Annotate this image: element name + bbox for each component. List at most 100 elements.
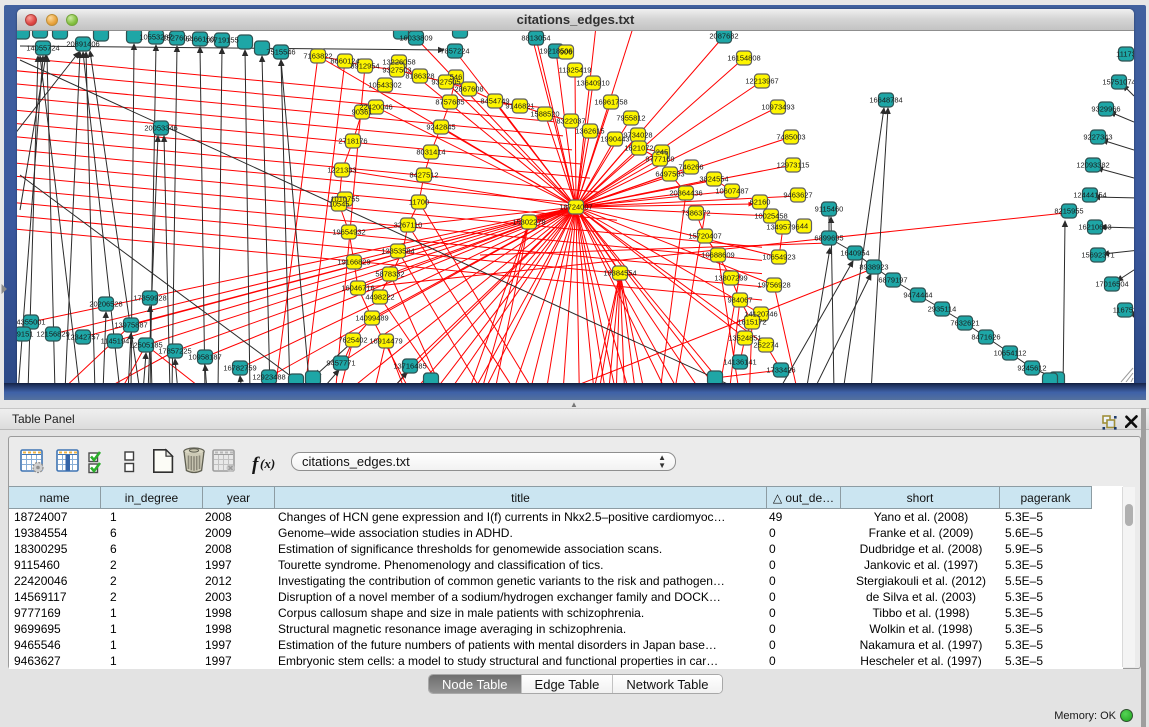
svg-text:20053346: 20053346 — [144, 124, 177, 133]
svg-text:7163822: 7163822 — [303, 52, 332, 61]
svg-text:20206528: 20206528 — [89, 300, 122, 309]
svg-text:7386372: 7386372 — [681, 209, 710, 218]
svg-text:9463627: 9463627 — [783, 191, 812, 200]
svg-text:13716485: 13716485 — [393, 362, 426, 371]
svg-text:1640954: 1640954 — [840, 249, 869, 258]
svg-text:4498222: 4498222 — [365, 293, 394, 302]
svg-text:8031414: 8031414 — [416, 148, 445, 157]
svg-text:10654923: 10654923 — [762, 253, 795, 262]
svg-text:8186328: 8186328 — [405, 72, 434, 81]
svg-text:19384554: 19384554 — [603, 269, 636, 278]
svg-text:20364436: 20364436 — [669, 189, 702, 198]
svg-text:15302279: 15302279 — [512, 218, 545, 227]
svg-text:f: f — [252, 454, 260, 475]
svg-text:9734028: 9734028 — [623, 131, 652, 140]
svg-text:12213967: 12213967 — [745, 77, 778, 86]
svg-text:39151: 39151 — [17, 330, 33, 339]
svg-text:9115460: 9115460 — [815, 205, 844, 214]
svg-text:1145194: 1145194 — [101, 337, 130, 346]
svg-text:8813054: 8813054 — [521, 34, 550, 43]
svg-text:18724007: 18724007 — [559, 203, 592, 212]
svg-text:90361: 90361 — [352, 108, 373, 117]
svg-text:984067: 984067 — [727, 296, 752, 305]
svg-text:2867608: 2867608 — [454, 85, 483, 94]
svg-text:12973115: 12973115 — [777, 161, 810, 170]
svg-text:6497503: 6497503 — [655, 170, 684, 179]
svg-text:16033809: 16033809 — [399, 34, 432, 43]
svg-text:13975887: 13975887 — [114, 321, 147, 330]
svg-text:10607487: 10607487 — [715, 187, 748, 196]
svg-text:8322037: 8322037 — [556, 117, 585, 126]
svg-text:10719155: 10719155 — [205, 36, 238, 45]
svg-text:16648784: 16648784 — [869, 96, 902, 105]
svg-text:10543302: 10543302 — [368, 81, 401, 90]
svg-text:7515546: 7515546 — [266, 48, 295, 57]
svg-text:15720407: 15720407 — [688, 232, 721, 241]
svg-text:8471626: 8471626 — [971, 333, 1000, 342]
svg-text:10688609: 10688609 — [701, 251, 734, 260]
svg-text:3824554: 3824554 — [699, 175, 728, 184]
svg-text:14055724: 14055724 — [26, 44, 59, 53]
svg-text:17359928: 17359928 — [133, 294, 166, 303]
svg-text:9245612: 9245612 — [1017, 364, 1046, 373]
svg-text:1733426: 1733426 — [766, 366, 795, 375]
svg-text:2935114: 2935114 — [928, 305, 957, 314]
svg-text:1588520: 1588520 — [530, 110, 559, 119]
svg-text:16210643: 16210643 — [1078, 223, 1111, 232]
svg-text:19166829: 19166829 — [337, 258, 370, 267]
svg-text:9777169: 9777169 — [645, 155, 674, 164]
svg-text:8938923: 8938923 — [859, 263, 888, 272]
svg-text:12923488: 12923488 — [252, 373, 285, 382]
svg-text:252274: 252274 — [753, 341, 778, 350]
svg-text:62160: 62160 — [750, 198, 771, 207]
svg-text:906: 906 — [560, 48, 573, 57]
svg-text:12353584: 12353584 — [381, 247, 414, 256]
svg-text:3267110: 3267110 — [394, 221, 423, 230]
svg-text:8757685: 8757685 — [435, 98, 464, 107]
svg-text:11325419: 11325419 — [559, 66, 592, 75]
svg-text:12093382: 12093382 — [1076, 161, 1109, 170]
svg-text:16782759: 16782759 — [223, 364, 256, 373]
svg-text:12156829: 12156829 — [36, 330, 69, 339]
svg-text:17016504: 17016504 — [1095, 280, 1128, 289]
svg-text:10958187: 10958187 — [188, 353, 221, 362]
svg-text:9242845: 9242845 — [426, 123, 455, 132]
svg-text:6899695: 6899695 — [814, 234, 843, 243]
svg-text:8427512: 8427512 — [409, 171, 438, 180]
svg-text:10545: 10545 — [329, 200, 350, 209]
svg-text:4355001: 4355001 — [17, 318, 46, 327]
svg-text:44: 44 — [800, 222, 808, 231]
svg-text:10654112: 10654112 — [994, 349, 1027, 358]
svg-text:10025458: 10025458 — [754, 212, 787, 221]
svg-text:(x): (x) — [260, 456, 275, 471]
svg-text:1615172: 1615172 — [737, 318, 766, 327]
svg-text:7625402: 7625402 — [338, 336, 367, 345]
svg-text:16961758: 16961758 — [594, 98, 627, 107]
svg-text:13495796: 13495796 — [766, 223, 799, 232]
svg-text:10973493: 10973493 — [761, 103, 794, 112]
svg-text:1221333: 1221333 — [327, 166, 356, 175]
svg-text:15751074: 15751074 — [1102, 78, 1134, 87]
svg-text:7955812: 7955812 — [616, 114, 645, 123]
svg-text:13807299: 13807299 — [714, 274, 747, 283]
svg-text:9474444: 9474444 — [903, 291, 932, 300]
svg-text:5878332: 5878332 — [375, 270, 404, 279]
svg-text:17857225: 17857225 — [158, 347, 191, 356]
svg-text:19654932: 19654932 — [332, 228, 365, 237]
svg-text:9227343: 9227343 — [1083, 133, 1112, 142]
svg-text:11173: 11173 — [1116, 50, 1134, 59]
svg-text:15692371: 15692371 — [1081, 251, 1114, 260]
svg-text:7857224: 7857224 — [440, 47, 469, 56]
svg-text:6879197: 6879197 — [878, 276, 907, 285]
svg-text:20891406: 20891406 — [66, 40, 99, 49]
svg-text:2087682: 2087682 — [709, 32, 738, 41]
svg-text:19756928: 19756928 — [757, 281, 790, 290]
svg-text:12444154: 12444154 — [1073, 191, 1106, 200]
svg-text:13640910: 13640910 — [576, 79, 609, 88]
svg-text:14099489: 14099489 — [355, 314, 388, 323]
svg-text:16046716: 16046716 — [341, 284, 374, 293]
svg-text:8215955: 8215955 — [1054, 207, 1083, 216]
svg-text:1621072: 1621072 — [624, 144, 653, 153]
svg-text:9457771: 9457771 — [326, 359, 355, 368]
svg-text:9329966: 9329966 — [1091, 105, 1120, 114]
